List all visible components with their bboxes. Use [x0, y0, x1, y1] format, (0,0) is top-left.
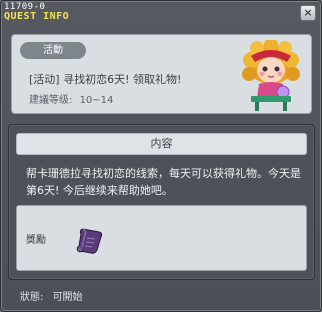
quest-content-panel: 内容 帮卡珊德拉寻找初恋的线索，每天可以获得礼物。今天是第6天! 今后继续来帮助…: [8, 124, 315, 280]
close-button[interactable]: ×: [300, 5, 316, 21]
quest-summary-panel: 活動 [活动] 寻找初恋6天! 领取礼物! 建議等级: 10~14: [11, 34, 312, 114]
scroll-item-icon[interactable]: [73, 224, 107, 258]
status-label: 狀態:: [20, 292, 44, 303]
quest-status: 狀態: 可開始: [20, 288, 83, 303]
npc-portrait-icon: [242, 40, 300, 111]
level-label: 建議等级:: [29, 95, 73, 106]
quest-name: [活动] 寻找初恋6天! 领取礼物!: [29, 73, 182, 86]
window-title: QUEST INFO: [4, 11, 70, 22]
level-value: 10~14: [79, 95, 114, 106]
recommended-level: 建議等级: 10~14: [29, 91, 117, 106]
reward-label: 獎勵: [26, 235, 46, 246]
reward-box: 獎勵: [16, 205, 307, 271]
quest-info-window: 11709-0 QUEST INFO × 活動 [活动] 寻找初恋6天! 领取礼…: [0, 0, 322, 312]
status-value: 可開始: [52, 292, 83, 303]
content-header: 内容: [16, 133, 307, 155]
quest-description: 帮卡珊德拉寻找初恋的线索，每天可以获得礼物。今天是第6天! 今后继续来帮助她吧。: [26, 167, 301, 197]
event-badge: 活動: [20, 42, 86, 59]
